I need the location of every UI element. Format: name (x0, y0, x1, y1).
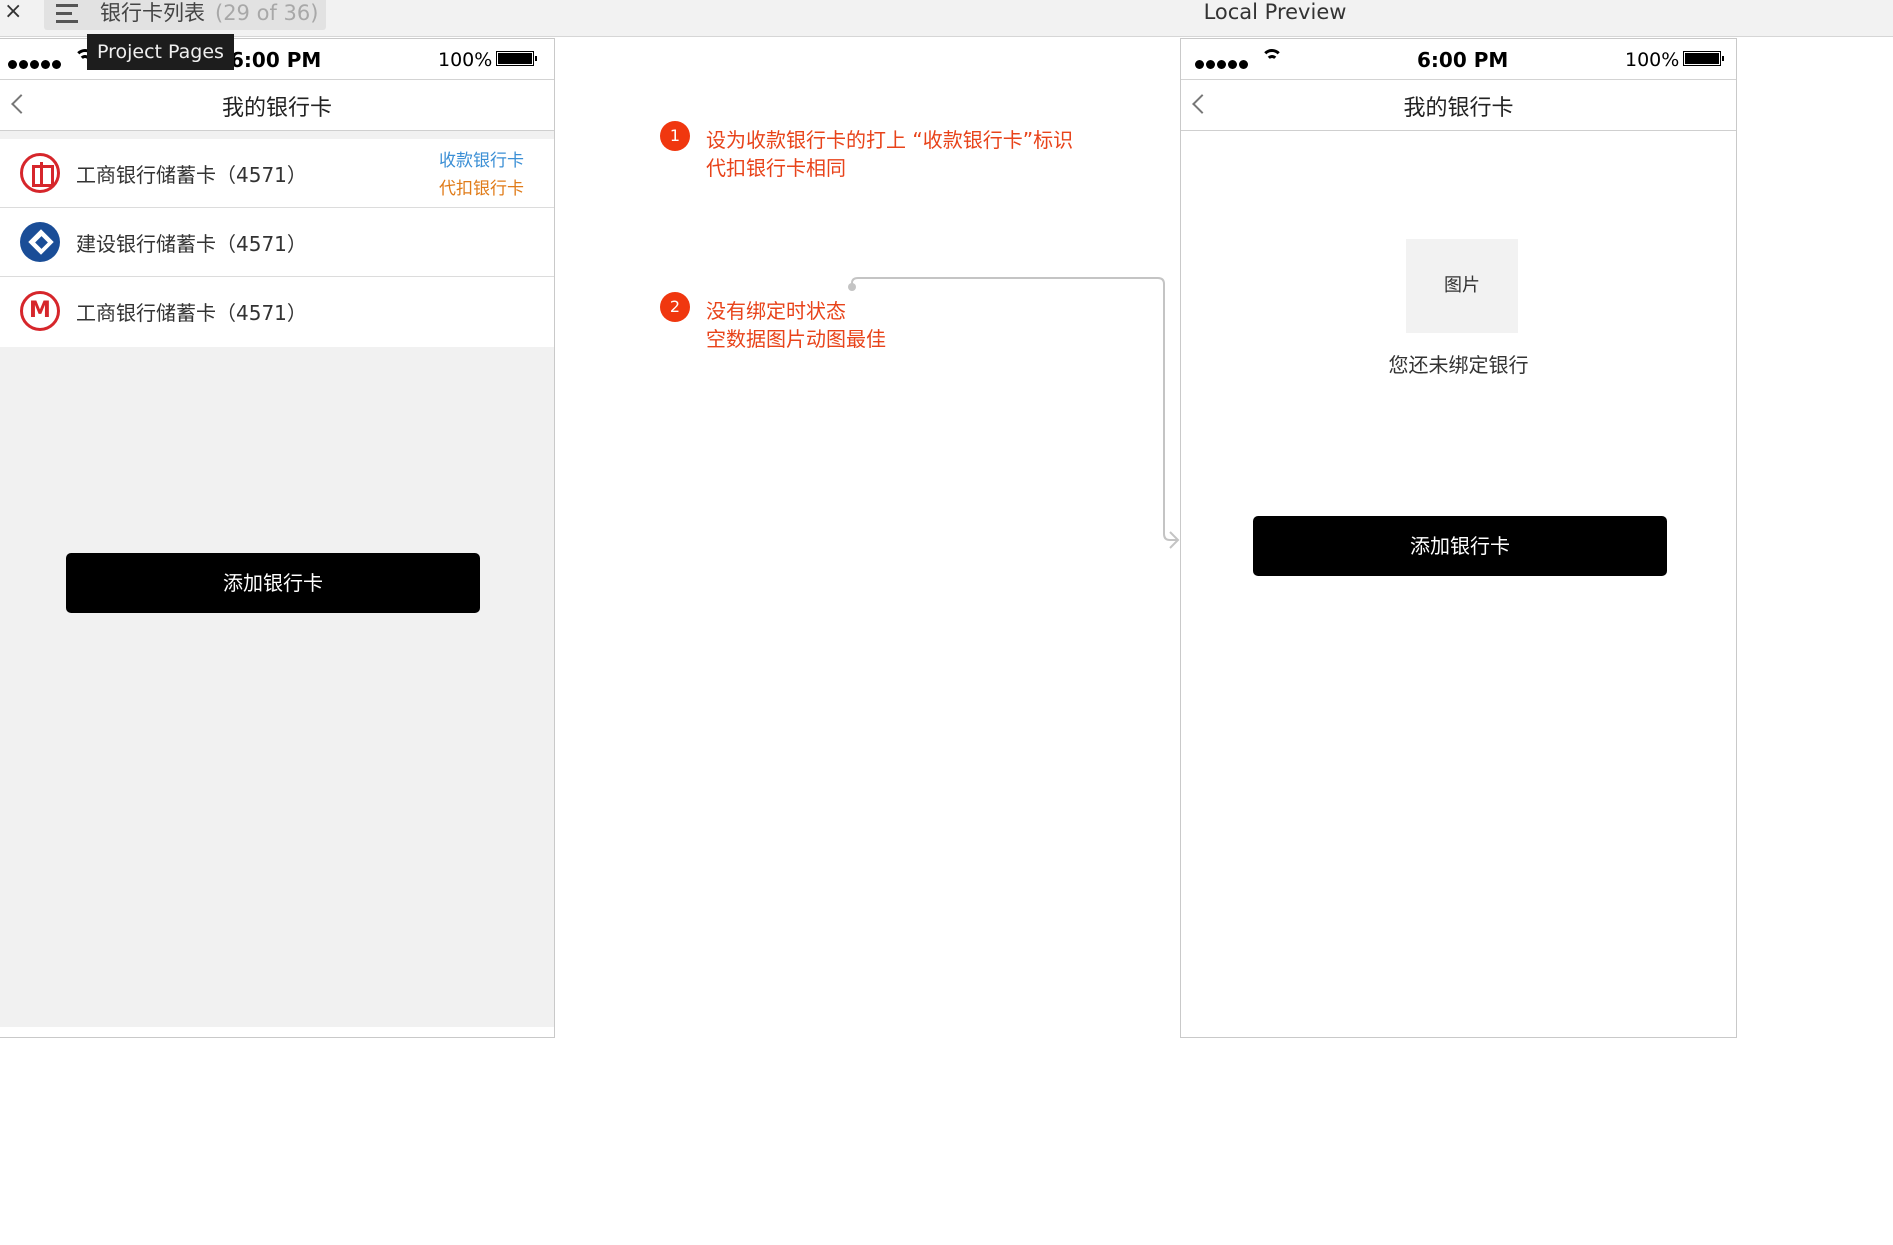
signal-icon (1195, 54, 1250, 73)
status-time: 6:00 PM (1417, 48, 1509, 72)
add-bank-card-button[interactable]: 添加银行卡 (1253, 516, 1667, 576)
annotation-line: 空数据图片动图最佳 (706, 327, 886, 351)
annotation-text: 设为收款银行卡的打上 “收款银行卡”标识 代扣银行卡相同 (706, 126, 1073, 182)
empty-state-text: 您还未绑定银行 (1388, 353, 1529, 377)
annotation-line: 设为收款银行卡的打上 “收款银行卡”标识 (706, 128, 1074, 152)
empty-state-content: 图片 您还未绑定银行 添加银行卡 (1181, 131, 1736, 1037)
wifi-icon (1261, 49, 1283, 63)
annotation-line: 没有绑定时状态 (706, 299, 846, 323)
empty-image-placeholder: 图片 (1406, 239, 1518, 333)
annotation-text: 没有绑定时状态 空数据图片动图最佳 (706, 297, 886, 353)
phone-empty-state: 6:00 PM 100% 我的银行卡 图片 您还未绑定银行 添加银行卡 (1180, 38, 1737, 1038)
nav-title: 我的银行卡 (1403, 96, 1514, 121)
annotation-badge: 1 (660, 121, 690, 151)
battery-icon (1683, 51, 1724, 66)
nav-bar: 我的银行卡 (1181, 79, 1736, 131)
project-pages-tooltip: Project Pages (87, 34, 234, 70)
annotation-badge: 2 (660, 292, 690, 322)
battery-percent: 100% (1625, 49, 1680, 71)
annotation-line: 代扣银行卡相同 (706, 156, 846, 180)
status-bar: 6:00 PM 100% (1181, 39, 1736, 79)
